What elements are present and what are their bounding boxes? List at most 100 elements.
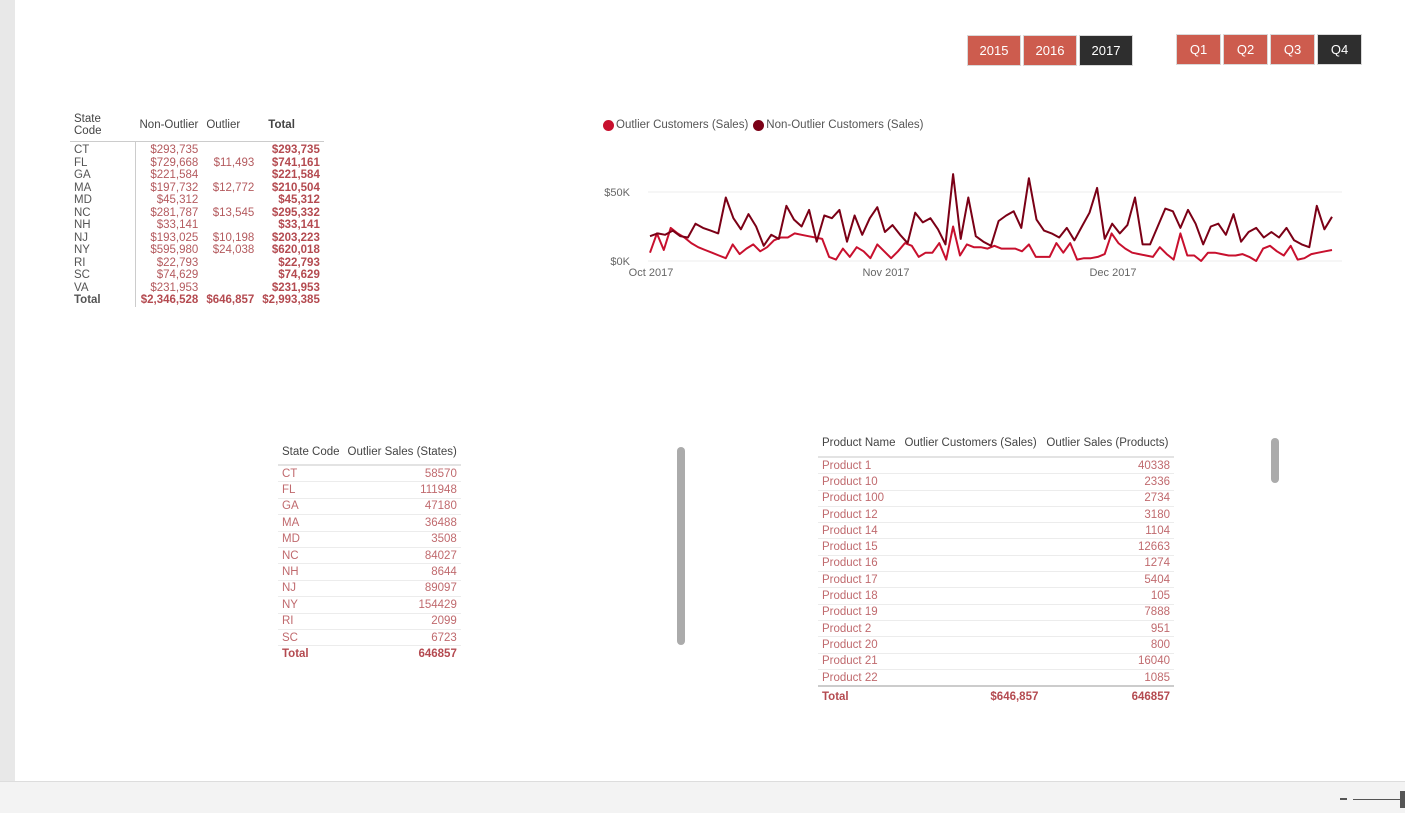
header-outlier-customers-sales[interactable]: Outlier Customers (Sales): [900, 437, 1043, 458]
legend-dot-non-outlier-icon: [753, 119, 765, 131]
outlier-states-table: State Code Outlier Sales (States) CT 5857…: [278, 446, 461, 662]
table-row[interactable]: FL 111948: [278, 481, 461, 499]
cell-outlier-customers: [900, 457, 1043, 475]
table-row[interactable]: Product 10 2336: [818, 473, 1174, 491]
cell-outlier-sales: 3508: [343, 531, 461, 548]
zoom-slider-thumb[interactable]: [1400, 791, 1405, 808]
header-product-name[interactable]: Product Name: [818, 437, 901, 458]
table-row[interactable]: SC 6723: [278, 629, 461, 647]
cell-product-name: Product 18: [818, 587, 901, 605]
quarter-q3-button[interactable]: Q3: [1270, 34, 1315, 65]
table-row[interactable]: NH 8644: [278, 563, 461, 581]
header-outlier-sales-products[interactable]: Outlier Sales (Products): [1042, 437, 1174, 458]
table-row[interactable]: NC 84027: [278, 547, 461, 565]
cell-total-label: Total: [278, 645, 344, 662]
quarter-q4-button[interactable]: Q4: [1317, 34, 1362, 65]
table-row[interactable]: Product 16 1274: [818, 555, 1174, 573]
table-row[interactable]: Product 1 40338: [818, 457, 1174, 475]
left-panel-strip: [0, 0, 15, 812]
legend-item-non-outlier[interactable]: Non-Outlier Customers (Sales): [753, 119, 924, 131]
table-row[interactable]: MD 3508: [278, 531, 461, 548]
header-outlier[interactable]: Outlier: [202, 113, 259, 142]
cell-outlier-sales: 58570: [343, 465, 461, 483]
year-2017-button[interactable]: 2017: [1079, 35, 1133, 66]
cell-outlier-sales: 36488: [343, 514, 461, 532]
table-row[interactable]: Product 20 800: [818, 636, 1174, 654]
cell-total: $293,735: [271, 144, 320, 156]
matrix-row: NJ $193,025 $10,198 $203,223: [70, 231, 324, 244]
table-row[interactable]: NJ 89097: [278, 580, 461, 598]
table-row[interactable]: RI 2099: [278, 613, 461, 630]
cell-outlier-sales-products: 800: [1042, 636, 1174, 654]
table-row[interactable]: Product 12 3180: [818, 506, 1174, 524]
chart-legend: Outlier Customers (Sales) Non-Outlier Cu…: [603, 119, 929, 131]
cell-outlier-sales: 2099: [343, 613, 461, 630]
cell-total: $203,223: [271, 231, 320, 244]
outlier-matrix-table: State Code Non-Outlier Outlier Total CT $…: [70, 113, 324, 307]
table-row[interactable]: Product 21 16040: [818, 653, 1174, 670]
legend-item-outlier[interactable]: Outlier Customers (Sales): [603, 119, 748, 131]
cell-outlier-sales: 111948: [343, 481, 461, 499]
cell-outlier-sales-products: 1274: [1042, 555, 1174, 573]
products-table-scrollbar[interactable]: [1271, 438, 1279, 483]
cell-outlier-customers: [900, 571, 1043, 589]
cell-outlier-sales: 154429: [343, 596, 461, 614]
header-state-code[interactable]: State Code: [278, 446, 344, 466]
quarter-q2-button[interactable]: Q2: [1223, 34, 1268, 65]
table-row[interactable]: Product 15 12663: [818, 538, 1174, 556]
table-row[interactable]: MA 36488: [278, 514, 461, 532]
cell-outlier-customers: [900, 620, 1043, 638]
cell-total: $741,161: [271, 156, 320, 169]
cell-product-name: Product 14: [818, 522, 901, 540]
cell-grand-total: $2,993,385: [262, 294, 320, 306]
series-line-non-outlier[interactable]: [649, 173, 1333, 249]
cell-total: $74,629: [278, 269, 320, 281]
cell-non-outlier: $595,980: [150, 244, 199, 256]
table-row[interactable]: Product 19 7888: [818, 604, 1174, 621]
cell-product-name: Product 17: [818, 571, 901, 589]
cell-outlier-sales-products: 16040: [1042, 653, 1174, 670]
header-total[interactable]: Total: [258, 113, 324, 142]
table-row[interactable]: Product 17 5404: [818, 571, 1174, 589]
cell-state-code: SC: [278, 629, 344, 647]
table-row[interactable]: Product 22 1085: [818, 669, 1174, 687]
cell-total: $221,584: [271, 169, 320, 181]
table-row[interactable]: Product 100 2734: [818, 490, 1174, 507]
cell-outlier-sales: 84027: [343, 547, 461, 565]
table-row[interactable]: Product 2 951: [818, 620, 1174, 638]
states-table-scrollbar[interactable]: [677, 447, 685, 645]
zoom-slider-track[interactable]: [1353, 799, 1401, 800]
zoom-out-icon[interactable]: [1340, 798, 1347, 800]
quarter-q1-button[interactable]: Q1: [1176, 34, 1221, 65]
table-row[interactable]: Product 18 105: [818, 587, 1174, 605]
outlier-products-table: Product Name Outlier Customers (Sales) O…: [818, 437, 1174, 705]
cell-outlier: [202, 257, 258, 270]
cell-outlier: [202, 219, 258, 232]
cell-state-code: RI: [278, 613, 344, 630]
cell-total-value: 646857: [1042, 685, 1174, 705]
header-state-code[interactable]: State Code: [70, 113, 136, 142]
cell-state-code: FL: [278, 481, 344, 499]
year-2016-button[interactable]: 2016: [1023, 35, 1077, 66]
cell-total-value: 646857: [343, 645, 461, 662]
matrix-total-row: Total $2,346,528 $646,857 $2,993,385: [70, 294, 324, 307]
cell-state-code: GA: [70, 169, 136, 182]
cell-non-outlier: $74,629: [156, 269, 199, 281]
table-row[interactable]: NY 154429: [278, 596, 461, 614]
cell-outlier-customers: [900, 473, 1043, 491]
matrix-row: NC $281,787 $13,545 $295,332: [70, 206, 324, 219]
cell-outlier-customers: [900, 490, 1043, 507]
cell-non-outlier: $729,668: [150, 156, 199, 169]
table-row[interactable]: CT 58570: [278, 465, 461, 483]
cell-product-name: Product 1: [818, 457, 901, 475]
cell-state-code: NY: [70, 244, 136, 257]
year-2015-button[interactable]: 2015: [967, 35, 1021, 66]
cell-outlier-sales-products: 2734: [1042, 490, 1174, 507]
cell-outlier-customers: [900, 506, 1043, 524]
table-row[interactable]: GA 47180: [278, 498, 461, 516]
cell-state-code: NH: [278, 563, 344, 581]
table-row[interactable]: Product 14 1104: [818, 522, 1174, 540]
header-non-outlier[interactable]: Non-Outlier: [135, 113, 203, 142]
header-outlier-sales-states[interactable]: Outlier Sales (States): [343, 446, 461, 466]
cell-outlier: $13,545: [212, 206, 255, 219]
